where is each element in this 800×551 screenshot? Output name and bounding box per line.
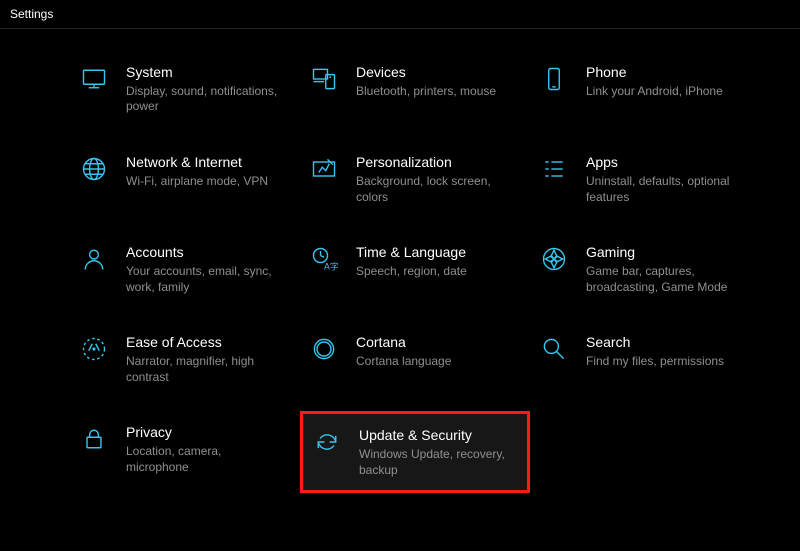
tile-title: Accounts bbox=[126, 243, 292, 262]
tile-desc: Your accounts, email, sync, work, family bbox=[126, 264, 286, 295]
personalization-icon bbox=[308, 153, 340, 205]
privacy-icon bbox=[78, 423, 110, 487]
tile-time-language[interactable]: A字 Time & Language Speech, region, date bbox=[300, 237, 530, 301]
tile-network[interactable]: Network & Internet Wi-Fi, airplane mode,… bbox=[70, 147, 300, 211]
system-icon bbox=[78, 63, 110, 115]
tile-personalization[interactable]: Personalization Background, lock screen,… bbox=[300, 147, 530, 211]
settings-grid: System Display, sound, notifications, po… bbox=[0, 29, 800, 493]
apps-icon bbox=[538, 153, 570, 205]
tile-phone[interactable]: Phone Link your Android, iPhone bbox=[530, 57, 760, 121]
time-language-icon: A字 bbox=[308, 243, 340, 295]
tile-title: Gaming bbox=[586, 243, 752, 262]
search-icon bbox=[538, 333, 570, 385]
tile-search[interactable]: Search Find my files, permissions bbox=[530, 327, 760, 391]
globe-icon bbox=[78, 153, 110, 205]
tile-title: Update & Security bbox=[359, 426, 519, 445]
tile-desc: Background, lock screen, colors bbox=[356, 174, 516, 205]
tile-title: Privacy bbox=[126, 423, 292, 442]
tile-desc: Bluetooth, printers, mouse bbox=[356, 84, 516, 100]
tile-desc: Game bar, captures, broadcasting, Game M… bbox=[586, 264, 746, 295]
tile-title: Phone bbox=[586, 63, 752, 82]
gaming-icon bbox=[538, 243, 570, 295]
ease-of-access-icon bbox=[78, 333, 110, 385]
tile-devices[interactable]: Devices Bluetooth, printers, mouse bbox=[300, 57, 530, 121]
tile-desc: Find my files, permissions bbox=[586, 354, 746, 370]
tile-title: Search bbox=[586, 333, 752, 352]
phone-icon bbox=[538, 63, 570, 115]
tile-desc: Display, sound, notifications, power bbox=[126, 84, 286, 115]
tile-accounts[interactable]: Accounts Your accounts, email, sync, wor… bbox=[70, 237, 300, 301]
tile-desc: Wi-Fi, airplane mode, VPN bbox=[126, 174, 286, 190]
tile-desc: Link your Android, iPhone bbox=[586, 84, 746, 100]
tile-desc: Speech, region, date bbox=[356, 264, 516, 280]
tile-system[interactable]: System Display, sound, notifications, po… bbox=[70, 57, 300, 121]
tile-title: Apps bbox=[586, 153, 752, 172]
window-title: Settings bbox=[0, 0, 800, 29]
update-icon bbox=[311, 426, 343, 478]
accounts-icon bbox=[78, 243, 110, 295]
tile-update-security[interactable]: Update & Security Windows Update, recove… bbox=[300, 411, 530, 493]
tile-cortana[interactable]: Cortana Cortana language bbox=[300, 327, 530, 391]
tile-title: Time & Language bbox=[356, 243, 522, 262]
tile-title: Cortana bbox=[356, 333, 522, 352]
tile-title: System bbox=[126, 63, 292, 82]
devices-icon bbox=[308, 63, 340, 115]
cortana-icon bbox=[308, 333, 340, 385]
tile-title: Ease of Access bbox=[126, 333, 292, 352]
svg-text:A字: A字 bbox=[324, 261, 338, 272]
tile-title: Devices bbox=[356, 63, 522, 82]
tile-desc: Location, camera, microphone bbox=[126, 444, 286, 475]
tile-ease-of-access[interactable]: Ease of Access Narrator, magnifier, high… bbox=[70, 327, 300, 391]
tile-title: Network & Internet bbox=[126, 153, 292, 172]
tile-desc: Uninstall, defaults, optional features bbox=[586, 174, 746, 205]
tile-desc: Windows Update, recovery, backup bbox=[359, 447, 519, 478]
tile-desc: Narrator, magnifier, high contrast bbox=[126, 354, 286, 385]
tile-privacy[interactable]: Privacy Location, camera, microphone bbox=[70, 417, 300, 493]
tile-title: Personalization bbox=[356, 153, 522, 172]
tile-desc: Cortana language bbox=[356, 354, 516, 370]
tile-gaming[interactable]: Gaming Game bar, captures, broadcasting,… bbox=[530, 237, 760, 301]
tile-apps[interactable]: Apps Uninstall, defaults, optional featu… bbox=[530, 147, 760, 211]
